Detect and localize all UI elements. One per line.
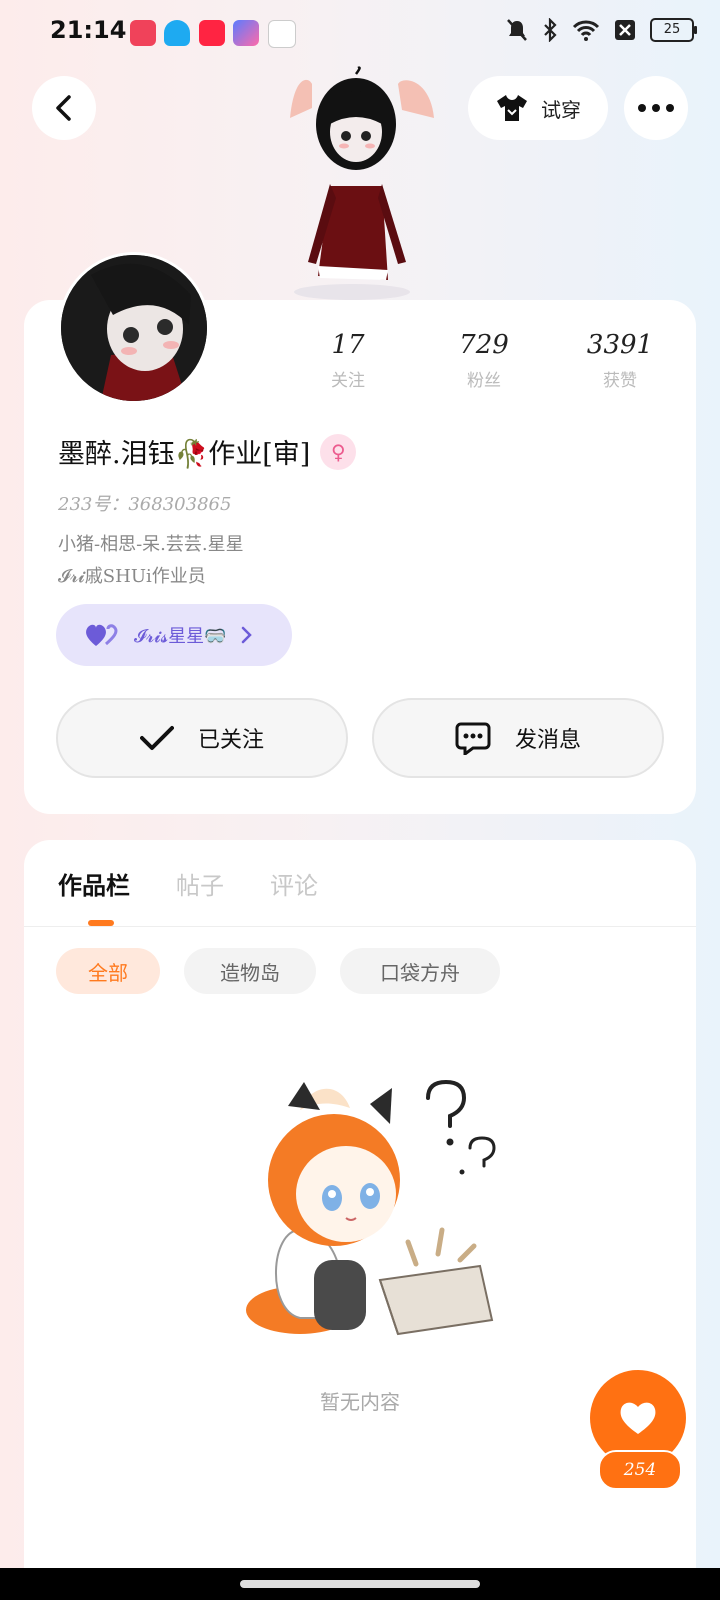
xiaohongshu-icon	[199, 20, 225, 46]
more-button[interactable]	[624, 76, 688, 140]
tshirt-icon	[497, 95, 527, 121]
chat-bubble-icon	[455, 722, 491, 755]
qq-icon	[164, 20, 190, 46]
female-icon: ♀	[320, 433, 357, 470]
home-indicator[interactable]	[240, 1580, 480, 1588]
chevron-left-icon	[56, 95, 71, 121]
try-on-button[interactable]: 试穿	[468, 76, 608, 140]
send-message-button[interactable]: 发消息	[372, 698, 664, 778]
send-message-label: 发消息	[514, 728, 581, 753]
bluetooth-icon	[544, 18, 557, 42]
filter-all[interactable]: 全部	[56, 948, 160, 994]
stat-value: 17	[331, 330, 365, 360]
double-heart-icon	[86, 624, 118, 646]
bio-line-2: 𝓘𝓻𝓲戚SHUi作业员	[58, 566, 206, 587]
stat-value: 3391	[586, 330, 654, 360]
no-sim-icon	[615, 20, 635, 40]
status-icons: 25	[506, 18, 697, 42]
followed-label: 已关注	[197, 728, 264, 753]
name-row: 墨醉.泪钰🥀作业[审] ♀	[58, 432, 357, 471]
tab-divider	[24, 926, 696, 927]
filter-pocket-ark[interactable]: 口袋方舟	[340, 948, 500, 994]
bio-line-1: 小猪-相思-呆.芸芸.星星	[58, 534, 244, 555]
mute-icon	[507, 19, 527, 41]
followed-button[interactable]: 已关注	[56, 698, 348, 778]
tab-posts[interactable]: 帖子	[176, 866, 224, 901]
heart-icon	[620, 1402, 656, 1434]
user-id[interactable]: 233号：368303865	[58, 490, 231, 516]
more-dots-icon	[638, 104, 674, 112]
tab-comments[interactable]: 评论	[270, 866, 318, 901]
status-time: 21:14	[50, 16, 127, 44]
fan-badge-label: 𝓘𝓻𝓲𝓼星星🥽	[134, 626, 227, 647]
back-button[interactable]	[32, 76, 96, 140]
chevron-right-icon	[241, 626, 252, 644]
stat-label: 获赞	[603, 371, 637, 391]
battery-icon: 25	[650, 18, 697, 42]
profile-avatar[interactable]	[58, 252, 210, 404]
stat-likes[interactable]: 3391 获赞	[560, 330, 680, 391]
wifi-icon	[572, 20, 600, 41]
stat-value: 729	[459, 330, 509, 360]
tab-works[interactable]: 作品栏	[58, 866, 130, 901]
stat-followers[interactable]: 729 粉丝	[424, 330, 544, 391]
empty-state-illustration	[246, 1080, 496, 1336]
avatar-3d-figure[interactable]	[290, 66, 440, 302]
like-count: 254	[598, 1450, 682, 1490]
avatar-image	[61, 255, 207, 401]
stat-following[interactable]: 17 关注	[288, 330, 408, 391]
app-icon	[268, 20, 296, 48]
check-icon	[139, 726, 174, 750]
screen-record-icon	[130, 20, 156, 46]
profile-name: 墨醉.泪钰🥀作业[审]	[58, 439, 311, 470]
filter-creation-island[interactable]: 造物岛	[184, 948, 316, 994]
fan-club-badge[interactable]: 𝓘𝓻𝓲𝓼星星🥽	[56, 604, 292, 666]
stat-label: 粉丝	[467, 371, 501, 391]
try-on-label: 试穿	[541, 97, 581, 122]
content-tabs: 作品栏 帖子 评论	[58, 866, 318, 901]
shortcut-icon	[233, 20, 259, 46]
status-bar: 21:14 25	[0, 0, 720, 64]
stat-label: 关注	[331, 371, 365, 391]
